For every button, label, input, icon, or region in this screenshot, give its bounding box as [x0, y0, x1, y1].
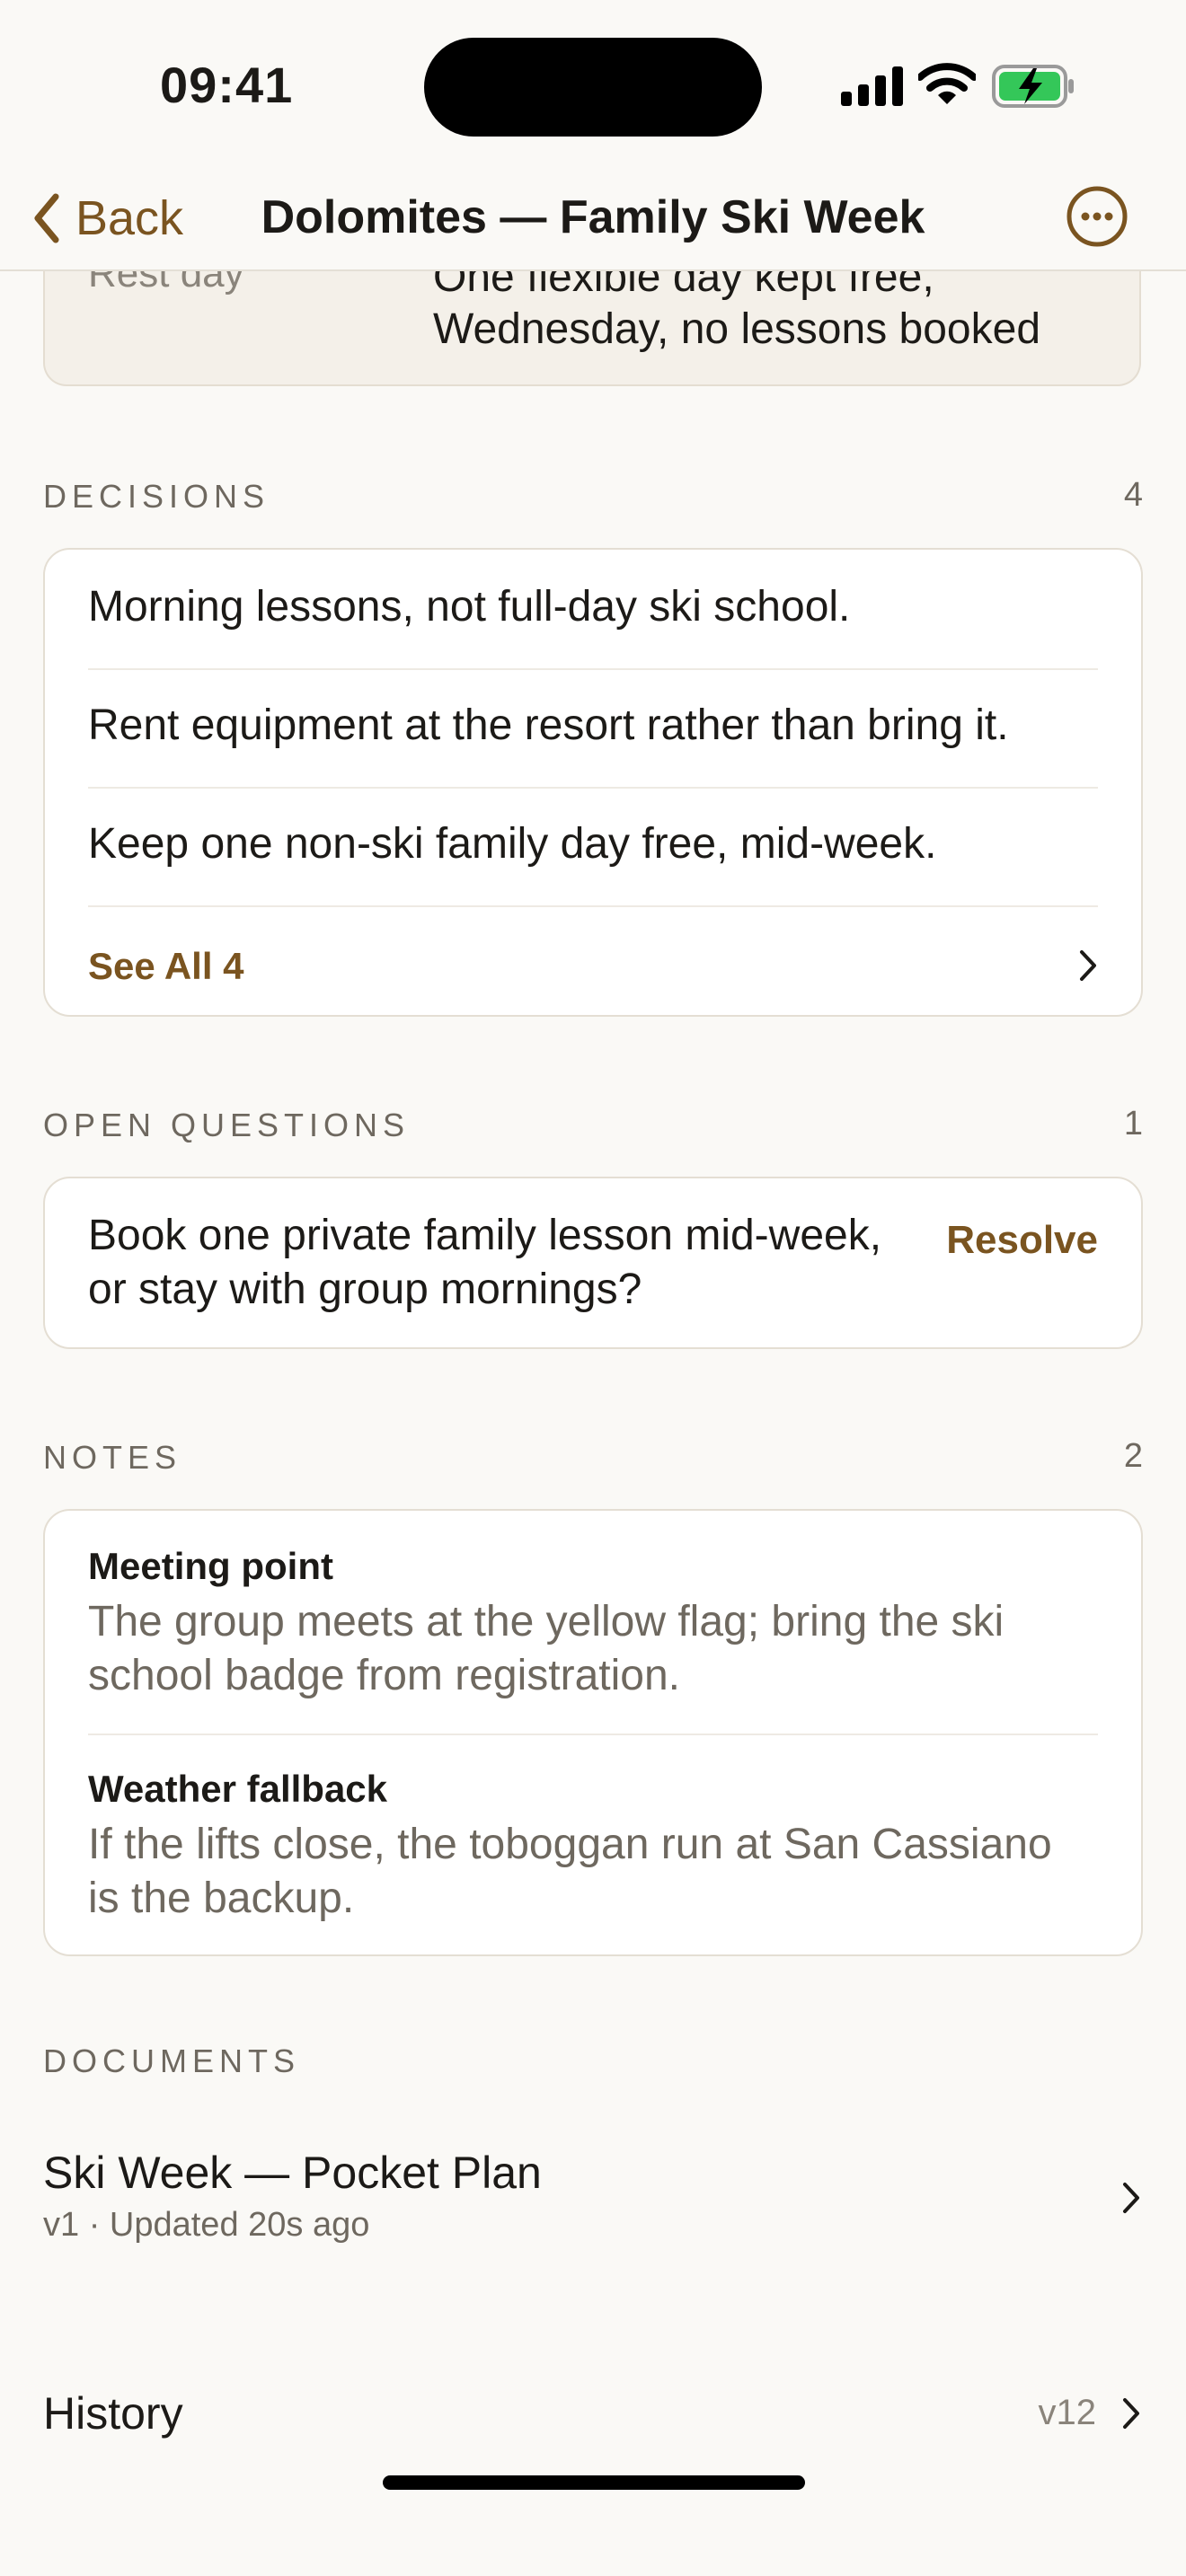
dynamic-island	[424, 38, 762, 137]
documents-heading: DOCUMENTS	[43, 2042, 300, 2079]
navigation-bar: Back Dolomites — Family Ski Week	[0, 171, 1186, 271]
cellular-signal-icon	[841, 66, 903, 106]
wifi-icon	[918, 63, 976, 104]
divider	[88, 787, 1098, 789]
divider	[88, 905, 1098, 907]
chevron-right-icon	[1123, 2398, 1139, 2429]
history-version: v12	[1038, 2393, 1097, 2432]
open-questions-heading: OPEN QUESTIONS	[43, 1107, 411, 1143]
decision-item[interactable]: Keep one non-ski family day free, mid-we…	[88, 819, 1098, 869]
notes-count: 2	[1123, 1437, 1143, 1475]
open-questions-count: 1	[1123, 1105, 1143, 1142]
notes-heading: NOTES	[43, 1439, 182, 1476]
home-indicator[interactable]	[383, 2475, 805, 2490]
chevron-right-icon	[1123, 2183, 1139, 2213]
divider	[88, 1734, 1098, 1735]
status-time: 09:41	[160, 57, 294, 113]
battery-charging-icon	[992, 65, 1074, 108]
more-options-icon[interactable]	[1066, 185, 1128, 248]
note-title: Weather fallback	[88, 1768, 388, 1810]
divider	[88, 668, 1098, 670]
history-label: History	[43, 2388, 183, 2439]
decision-item[interactable]: Rent equipment at the resort rather than…	[88, 701, 1098, 750]
note-title: Meeting point	[88, 1545, 333, 1587]
decisions-card: Morning lessons, not full-day ski school…	[43, 548, 1143, 1017]
decisions-heading: DECISIONS	[43, 478, 270, 515]
note-body: The group meets at the yellow flag; brin…	[88, 1598, 1005, 1699]
resolve-button[interactable]: Resolve	[946, 1218, 1098, 1263]
see-all-decisions-link[interactable]: See All 4	[88, 945, 244, 988]
open-question-text: Book one private family lesson mid-week,…	[88, 1212, 882, 1313]
decision-item[interactable]: Morning lessons, not full-day ski school…	[88, 582, 1098, 631]
page-title: Dolomites — Family Ski Week	[261, 191, 925, 243]
decisions-count: 4	[1123, 476, 1143, 514]
note-body: If the lifts close, the toboggan run at …	[88, 1821, 1052, 1922]
notes-card: Meeting point The group meets at the yel…	[43, 1509, 1143, 1956]
document-title: Ski Week — Pocket Plan	[43, 2148, 542, 2198]
document-meta: v1 · Updated 20s ago	[43, 2206, 370, 2244]
status-bar: 09:41	[0, 0, 1186, 171]
chevron-right-icon	[1080, 950, 1096, 981]
open-question-card: Book one private family lesson mid-week,…	[43, 1177, 1143, 1349]
